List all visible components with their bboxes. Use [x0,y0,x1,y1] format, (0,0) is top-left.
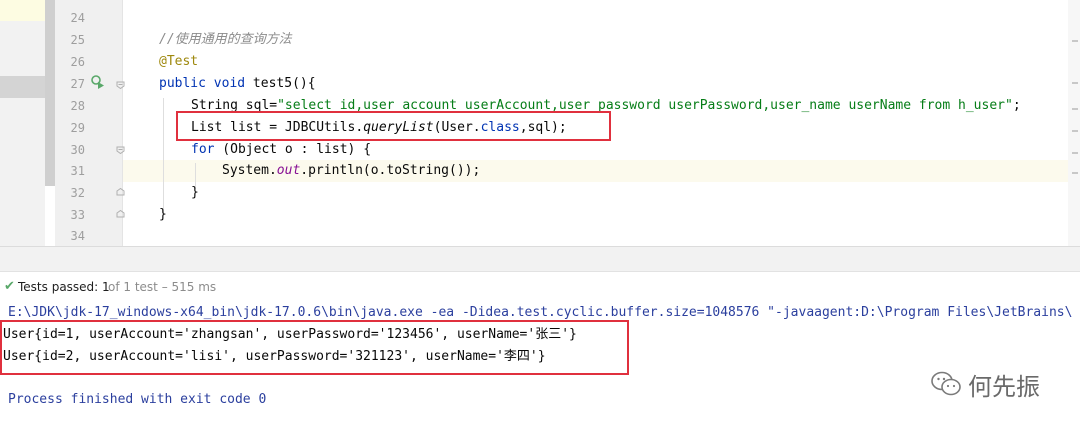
editor-scrollbar[interactable] [1068,0,1080,246]
code-line-31[interactable]: System.out.println(o.toString()); [222,160,480,182]
code-comment: //使用通用的查询方法 [159,32,292,47]
code-text: test5(){ [245,76,316,91]
line-number: 28 [70,99,85,113]
test-status-count: of 1 test – 515 ms [108,280,217,294]
code-text: } [159,207,167,222]
code-keyword: void [213,76,246,91]
code-keyword: public [159,76,206,91]
watermark: 何先振 [930,366,1040,402]
code-text: System. [222,163,277,178]
scrollbar-marker [1072,82,1078,84]
console-exit-line: Process finished with exit code 0 [8,392,267,407]
line-number: 27 [70,77,85,91]
indent-guide [163,98,164,213]
test-status-bar: ✔ Tests passed: 1 of 1 test – 515 ms [0,272,1080,303]
code-line-25[interactable]: //使用通用的查询方法 [159,29,292,51]
code-text: (Object o : list) { [214,142,372,157]
code-text: .println(o.toString()); [300,163,481,178]
scrollbar-marker [1072,108,1078,110]
code-line-26[interactable]: @Test [159,51,198,73]
test-status-label: Tests passed: 1 [18,280,110,294]
code-field: out [276,163,301,178]
fold-end-icon[interactable] [116,210,125,219]
side-panel-selection [0,76,45,98]
line-number: 34 [70,229,85,243]
code-line-27[interactable]: public void test5(){ [159,73,316,95]
line-number: 29 [70,121,85,135]
line-number: 33 [70,208,85,222]
line-number: 31 [70,164,85,178]
panel-splitter[interactable] [0,246,1080,272]
scrollbar-marker [1072,172,1078,174]
line-number: 30 [70,143,85,157]
scrollbar-marker [1072,40,1078,42]
wechat-icon [931,371,961,396]
code-line-32[interactable]: } [191,182,199,204]
code-line-33[interactable]: } [159,204,167,226]
line-number: 32 [70,186,85,200]
side-panel-highlight [0,0,45,21]
panel-divider[interactable] [45,0,55,186]
side-panel-strip [0,0,45,246]
fold-icon[interactable] [116,145,125,154]
code-text: ; [1012,98,1021,113]
code-line-30[interactable]: for (Object o : list) { [191,139,371,161]
code-annotation: @Test [159,54,199,69]
highlight-box-output [0,320,629,375]
run-test-icon[interactable] [91,75,105,89]
code-keyword: for [191,142,215,157]
fold-end-icon[interactable] [116,188,125,197]
code-editor[interactable]: 24 25 26 27 28 29 30 31 32 33 34 //使用通用的… [0,0,1080,246]
code-text: } [191,185,199,200]
highlight-box-code [176,111,611,141]
scrollbar-marker [1072,130,1078,132]
scrollbar-marker [1072,152,1078,154]
watermark-text: 何先振 [968,372,1040,401]
line-number: 24 [70,11,85,25]
fold-icon[interactable] [116,80,125,89]
line-number: 25 [70,33,85,47]
check-icon: ✔ [4,279,15,294]
line-number: 26 [70,55,85,69]
